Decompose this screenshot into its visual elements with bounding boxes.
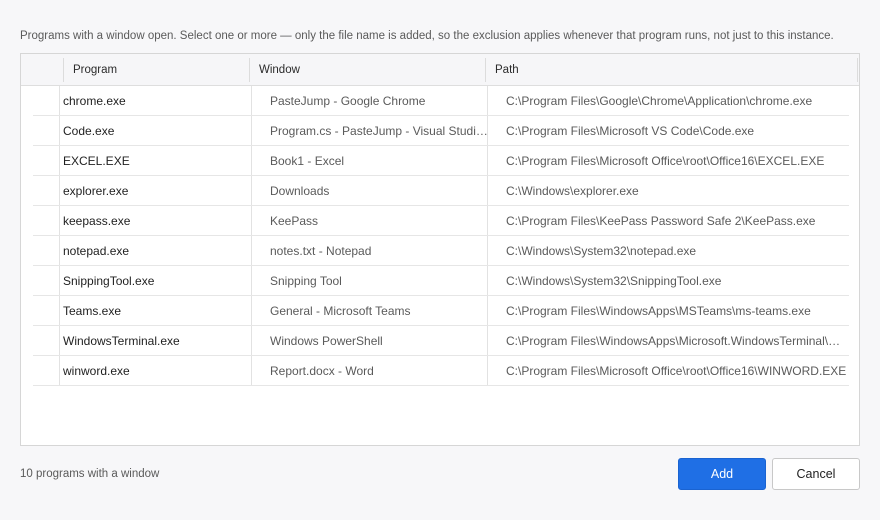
cell-divider [487,116,488,145]
table-row[interactable]: chrome.exe PasteJump - Google Chrome C:\Pr… [33,86,849,116]
window-cell: Snipping Tool [270,274,342,288]
window-cell: Program.cs - PasteJump - Visual Studio C… [270,124,492,138]
column-separator [857,58,858,82]
window-cell: Downloads [270,184,330,198]
path-cell: C:\Program Files\Microsoft Office\root\O… [506,154,825,168]
cell-divider [251,176,252,205]
cell-divider [59,266,60,295]
cell-divider [251,206,252,235]
table-header: Program Window Path [21,54,859,86]
cell-divider [487,296,488,325]
table-row[interactable]: notepad.exe notes.txt - Notepad C:\Windows… [33,236,849,266]
table-row[interactable]: Code.exe Program.cs - PasteJump - Visual … [33,116,849,146]
cell-divider [251,296,252,325]
path-cell: C:\Program Files\WindowsApps\MSTeams\ms-… [506,304,811,318]
program-cell: EXCEL.EXE [63,154,130,168]
cell-divider [59,176,60,205]
program-cell: winword.exe [63,364,130,378]
column-header-path[interactable]: Path [485,54,857,85]
program-cell: chrome.exe [63,94,126,108]
path-cell: C:\Windows\System32\notepad.exe [506,244,697,258]
description-text: Programs with a window open. Select one … [20,30,834,42]
cell-divider [251,116,252,145]
window-cell: Report.docx - Word [270,364,374,378]
cell-divider [487,356,488,385]
program-cell: SnippingTool.exe [63,274,155,288]
table-row[interactable]: explorer.exe Downloads C:\Windows\explorer… [33,176,849,206]
path-cell: C:\Program Files\WindowsApps\Microsoft.W… [506,334,849,348]
cell-divider [487,206,488,235]
path-cell: C:\Program Files\Microsoft VS Code\Code.… [506,124,755,138]
window-cell: Windows PowerShell [270,334,383,348]
program-cell: Code.exe [63,124,115,138]
table-row[interactable]: keepass.exe KeePass C:\Program Files\KeePa… [33,206,849,236]
cell-divider [251,146,252,175]
table-row[interactable]: winword.exe Report.docx - Word C:\Program … [33,356,849,386]
cell-divider [251,326,252,355]
cell-divider [487,176,488,205]
window-cell: notes.txt - Notepad [270,244,372,258]
program-cell: explorer.exe [63,184,129,198]
table-row[interactable]: Teams.exe General - Microsoft Teams C:\Pro… [33,296,849,326]
cell-divider [59,206,60,235]
cell-divider [487,236,488,265]
table-row[interactable]: EXCEL.EXE Book1 - Excel C:\Program Files\M… [33,146,849,176]
cell-divider [251,236,252,265]
table-row[interactable]: SnippingTool.exe Snipping Tool C:\Windows\… [33,266,849,296]
cell-divider [251,266,252,295]
column-header-program[interactable]: Program [63,54,249,85]
programs-table: Program Window Path chrome.exe PasteJump … [20,53,860,446]
window-cell: KeePass [270,214,319,228]
cell-divider [59,356,60,385]
table-row[interactable]: WindowsTerminal.exe Windows PowerShell C:\… [33,326,849,356]
cell-divider [59,86,60,115]
add-button[interactable]: Add [678,458,766,490]
program-cell: notepad.exe [63,244,130,258]
path-cell: C:\Program Files\Google\Chrome\Applicati… [506,94,813,108]
path-cell: C:\Program Files\KeePass Password Safe 2… [506,214,816,228]
cell-divider [251,86,252,115]
cell-divider [59,236,60,265]
program-cell: WindowsTerminal.exe [63,334,180,348]
path-cell: C:\Program Files\Microsoft Office\root\O… [506,364,847,378]
cell-divider [59,146,60,175]
status-text: 10 programs with a window [20,468,160,480]
program-cell: keepass.exe [63,214,131,228]
window-cell: Book1 - Excel [270,154,345,168]
table-body: chrome.exe PasteJump - Google Chrome C:\Pr… [33,86,849,386]
window-cell: General - Microsoft Teams [270,304,411,318]
cell-divider [59,296,60,325]
cell-divider [487,86,488,115]
program-cell: Teams.exe [63,304,122,318]
window-cell: PasteJump - Google Chrome [270,94,426,108]
cancel-button[interactable]: Cancel [772,458,860,490]
cell-divider [487,326,488,355]
path-cell: C:\Windows\explorer.exe [506,184,639,198]
cell-divider [487,146,488,175]
column-header-window[interactable]: Window [249,54,485,85]
cell-divider [59,116,60,145]
cell-divider [251,356,252,385]
cell-divider [487,266,488,295]
path-cell: C:\Windows\System32\SnippingTool.exe [506,274,722,288]
cell-divider [59,326,60,355]
